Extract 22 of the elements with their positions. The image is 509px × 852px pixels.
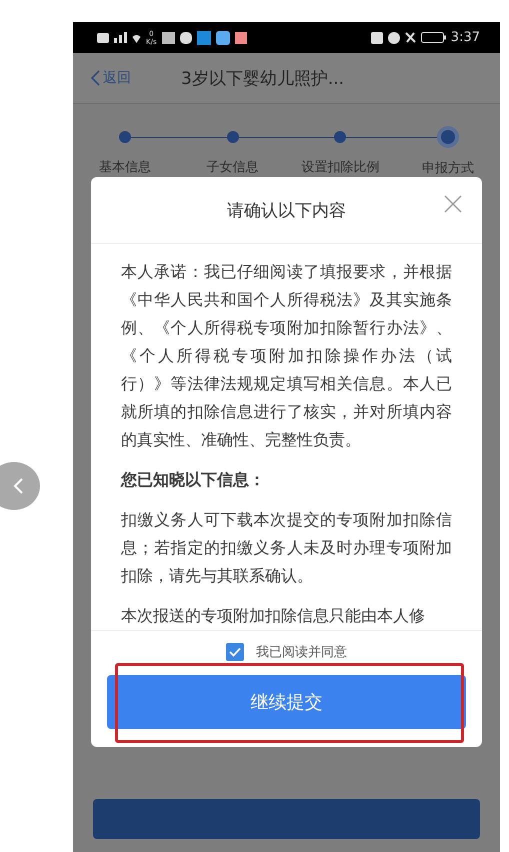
agree-label: 我已阅读并同意 [256, 644, 347, 661]
back-arrow-button[interactable] [0, 462, 40, 510]
step-label[interactable]: 设置扣除比例 [301, 158, 380, 176]
clock-time: 3:37 [450, 30, 480, 45]
dialog-paragraph: 本人承诺：我已仔细阅读了填报要求，并根据《中华人民共和国个人所得税法》及其实施条例、《个人所得税专项附加扣除暂行办法》、《个人所得税专项附加扣除操作办法（试行）》等法律法规规定填写相关信息。本人已就所填的扣除信息进行了核实，并对所填内容的真实性、准确性、完整性负责。 [121, 261, 452, 451]
battery-icon [420, 32, 446, 43]
dialog-title: 请确认以下内容 [227, 200, 346, 222]
continue-submit-button[interactable]: 继续提交 [107, 675, 466, 729]
step-label[interactable]: 申报方式 [422, 159, 474, 177]
wifi-icon [132, 32, 141, 42]
close-icon[interactable] [444, 195, 462, 213]
step-label[interactable]: 子女信息 [206, 158, 259, 176]
signal-icon [114, 32, 127, 43]
agree-checkbox[interactable] [226, 643, 244, 661]
dialog-paragraph: 您已知晓以下信息： [121, 469, 266, 491]
step-label[interactable]: 基本信息 [99, 158, 151, 176]
back-link[interactable]: 返回 [91, 69, 161, 87]
chevron-left-icon [91, 70, 100, 86]
dialog-paragraph: 本次报送的专项附加扣除信息只能由本人修 [121, 605, 426, 627]
mute-icon [404, 32, 416, 43]
dialog-paragraph: 扣缴义务人可下载本次提交的专项附加扣除信息；若指定的扣缴义务人未及时办理专项附加扣除，请先与其联系确认。 [121, 509, 452, 587]
page-title: 3岁以下婴幼儿照护... [181, 68, 344, 90]
